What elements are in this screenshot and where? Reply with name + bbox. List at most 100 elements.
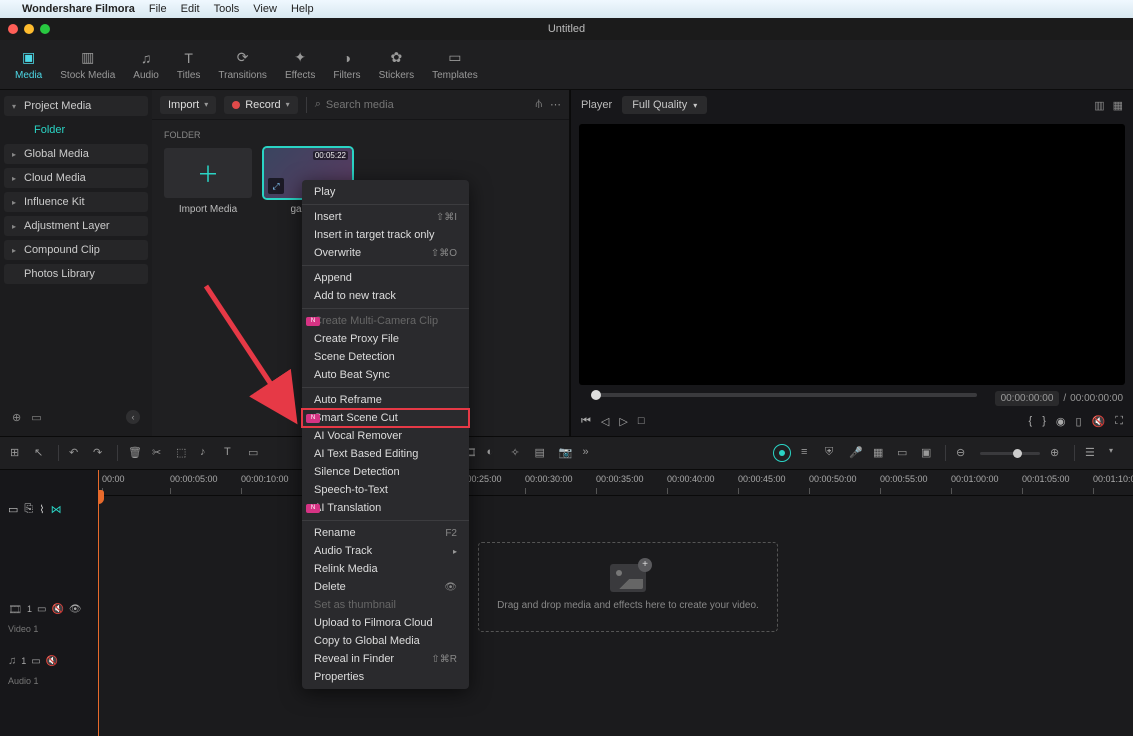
step-back-icon[interactable]: ◁ — [601, 415, 609, 428]
close-window-button[interactable] — [8, 24, 18, 34]
snapshot-icon[interactable]: ◉ — [1056, 415, 1066, 428]
ctx-auto-beat-sync[interactable]: Auto Beat Sync — [302, 366, 469, 384]
sidebar-folder[interactable]: Folder — [4, 120, 148, 140]
tab-effects[interactable]: ✦ Effects — [282, 47, 318, 83]
list-icon[interactable]: ☰ — [1085, 446, 1099, 460]
delete-icon[interactable]: 🗑 — [128, 446, 142, 460]
redo-icon[interactable]: ↷ — [93, 446, 107, 460]
ctx-insert-target[interactable]: Insert in target track only — [302, 226, 469, 244]
ctx-audio-track[interactable]: Audio Track▸ — [302, 542, 469, 560]
ctx-relink-media[interactable]: Relink Media — [302, 560, 469, 578]
tab-filters[interactable]: ◑ Filters — [330, 47, 363, 83]
menu-edit[interactable]: Edit — [181, 3, 200, 15]
grid-icon[interactable]: ▦ — [1113, 99, 1123, 112]
ctx-play[interactable]: Play — [302, 183, 469, 201]
ctx-insert[interactable]: Insert⇧⌘I — [302, 208, 469, 226]
sidebar-adjustment-layer[interactable]: ▸Adjustment Layer — [4, 216, 148, 236]
ctx-smart-scene-cut[interactable]: NSmart Scene Cut — [302, 409, 469, 427]
menu-tools[interactable]: Tools — [214, 3, 240, 15]
mute-icon[interactable]: 🔇 — [51, 604, 63, 615]
chevron-down-icon[interactable]: ▾ — [1109, 446, 1123, 460]
zoom-in-icon[interactable]: ⊕ — [1050, 446, 1064, 460]
import-media-tile[interactable]: ＋ Import Media — [164, 148, 252, 215]
minimize-window-button[interactable] — [24, 24, 34, 34]
ctx-overwrite[interactable]: Overwrite⇧⌘O — [302, 244, 469, 262]
layers2-icon[interactable]: ▦ — [873, 446, 887, 460]
filter-icon[interactable]: ⫛ — [535, 98, 542, 111]
expand-icon[interactable]: ⤢ — [268, 178, 284, 194]
player-viewport[interactable] — [579, 124, 1125, 385]
import-button[interactable]: Import ▾ — [160, 96, 216, 114]
color-icon[interactable]: ◐ — [487, 446, 501, 460]
ctx-copy-global[interactable]: Copy to Global Media — [302, 632, 469, 650]
pip-icon[interactable]: ▣ — [921, 446, 935, 460]
undo-icon[interactable]: ↶ — [69, 446, 83, 460]
menu-view[interactable]: View — [253, 3, 277, 15]
tab-stickers[interactable]: ✿ Stickers — [376, 47, 418, 83]
link-icon[interactable]: ⎘ — [24, 503, 33, 516]
camera-icon[interactable]: 📷 — [559, 446, 573, 460]
player-tab[interactable]: Player — [581, 99, 612, 111]
app-name[interactable]: Wondershare Filmora — [22, 3, 135, 15]
crop-icon[interactable]: ⬚ — [176, 446, 190, 460]
fullscreen-window-button[interactable] — [40, 24, 50, 34]
timeline-options-icon[interactable]: ▭ — [8, 503, 18, 516]
timeline-ruler[interactable]: 00:00 00:00:05:00 00:00:10:00 00:00:15:0… — [98, 470, 1133, 496]
search-input[interactable] — [326, 99, 528, 111]
sidebar-photos-library[interactable]: Photos Library — [4, 264, 148, 284]
scrub-bar[interactable] — [591, 393, 977, 397]
record-button[interactable]: Record ▾ — [224, 96, 297, 114]
ctx-reveal-finder[interactable]: Reveal in Finder⇧⌘R — [302, 650, 469, 668]
tab-media[interactable]: ▣ Media — [12, 47, 45, 83]
sidebar-global-media[interactable]: ▸Global Media — [4, 144, 148, 164]
device-icon[interactable]: ▭ — [897, 446, 911, 460]
ctx-speech-to-text[interactable]: Speech-to-Text — [302, 481, 469, 499]
mute-icon[interactable]: 🔇 — [46, 656, 58, 667]
mark-out-icon[interactable]: } — [1042, 415, 1046, 427]
pointer-icon[interactable]: ↖ — [34, 446, 48, 460]
tab-templates[interactable]: ▭ Templates — [429, 47, 481, 83]
sparkle-icon[interactable]: ✧ — [511, 446, 525, 460]
lock-icon[interactable]: ▭ — [37, 604, 46, 615]
visibility-icon[interactable]: 👁 — [69, 604, 82, 615]
menu-file[interactable]: File — [149, 3, 167, 15]
grid-view-icon[interactable]: ⊞ — [10, 446, 24, 460]
play-icon[interactable]: ▷ — [619, 415, 627, 428]
ctx-upload-cloud[interactable]: Upload to Filmora Cloud — [302, 614, 469, 632]
ctx-properties[interactable]: Properties — [302, 668, 469, 686]
ctx-rename[interactable]: RenameF2 — [302, 524, 469, 542]
sidebar-cloud-media[interactable]: ▸Cloud Media — [4, 168, 148, 188]
stop-icon[interactable]: □ — [638, 415, 645, 427]
sync-icon[interactable]: ⋈ — [51, 503, 62, 516]
shape-icon[interactable]: ▭ — [248, 446, 262, 460]
tab-stock-media[interactable]: ▥ Stock Media — [57, 47, 118, 83]
ctx-scene-detection[interactable]: Scene Detection — [302, 348, 469, 366]
sidebar-influence-kit[interactable]: ▸Influence Kit — [4, 192, 148, 212]
tab-titles[interactable]: T Titles — [174, 47, 204, 83]
volume-icon[interactable]: 🔇 — [1092, 415, 1106, 428]
mic-icon[interactable]: 🎤 — [849, 446, 863, 460]
zoom-slider[interactable] — [980, 452, 1040, 455]
sidebar-compound-clip[interactable]: ▸Compound Clip — [4, 240, 148, 260]
playhead[interactable] — [98, 470, 99, 736]
ctx-add-new-track[interactable]: Add to new track — [302, 287, 469, 305]
more-icon[interactable]: » — [583, 446, 597, 460]
timeline-tracks[interactable]: 00:00 00:00:05:00 00:00:10:00 00:00:15:0… — [98, 470, 1133, 736]
tab-transitions[interactable]: ⟳ Transitions — [215, 47, 270, 83]
ctx-append[interactable]: Append — [302, 269, 469, 287]
ctx-ai-text-editing[interactable]: AI Text Based Editing — [302, 445, 469, 463]
layers-icon[interactable]: ▤ — [535, 446, 549, 460]
ai-button[interactable] — [773, 444, 791, 462]
ctx-delete[interactable]: Delete👁 — [302, 578, 469, 596]
menu-help[interactable]: Help — [291, 3, 314, 15]
shield-icon[interactable]: ⛨ — [825, 446, 839, 460]
sidebar-project-media[interactable]: ▾ Project Media — [4, 96, 148, 116]
folder-icon[interactable]: ▭ — [31, 411, 41, 424]
mixer-icon[interactable]: ≡ — [801, 446, 815, 460]
timeline-dropzone[interactable]: + Drag and drop media and effects here t… — [478, 542, 778, 632]
cut-icon[interactable]: ✂ — [152, 446, 166, 460]
lock-icon[interactable]: ▭ — [31, 656, 40, 667]
ctx-ai-vocal-remover[interactable]: AI Vocal Remover — [302, 427, 469, 445]
more-icon[interactable]: ⋯ — [550, 98, 561, 111]
music-icon[interactable]: ♪ — [200, 446, 214, 460]
